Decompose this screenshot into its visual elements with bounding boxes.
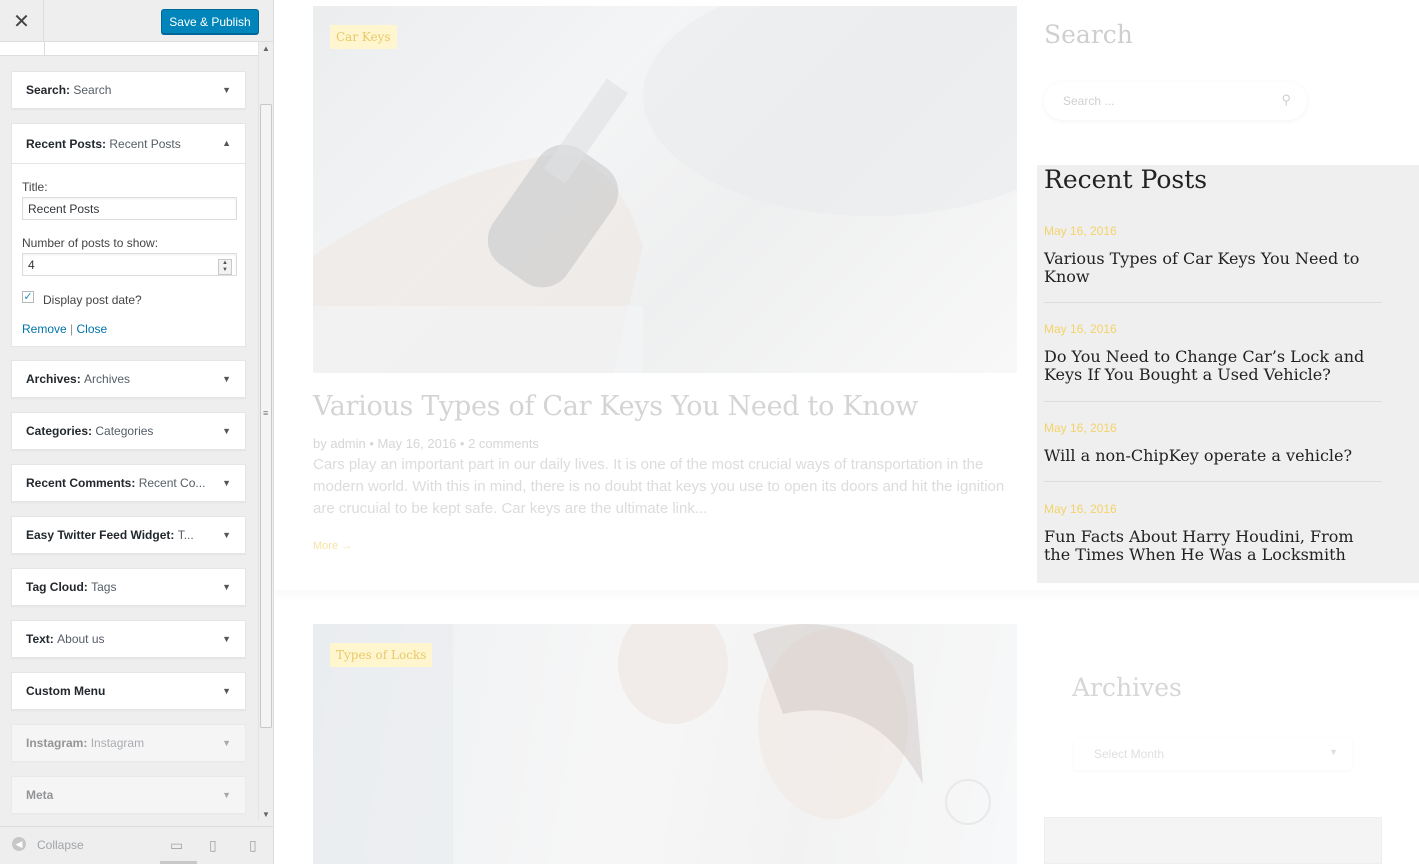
widget-title: Custom Menu	[26, 684, 106, 698]
recent-post-link[interactable]: Various Types of Car Keys You Need to Kn…	[1044, 250, 1382, 286]
expand-arrow-icon[interactable]: ▼	[222, 374, 231, 384]
post-date: May 16, 2016	[1044, 502, 1117, 516]
post-date: May 16, 2016	[1044, 322, 1117, 336]
recent-posts-widget: Recent Posts May 16, 2016 Various Types …	[1037, 165, 1419, 583]
post-featured-image[interactable]: Car Keys	[313, 6, 1017, 373]
archives-widget-title: Archives	[1072, 673, 1182, 702]
display-date-label: Display post date?	[43, 293, 142, 307]
archives-select[interactable]: Select Month ▼	[1074, 738, 1352, 770]
post-category-tag[interactable]: Car Keys	[330, 25, 397, 49]
title-input[interactable]	[22, 197, 237, 220]
widget-title: Search: Search	[26, 83, 112, 97]
scroll-up-icon[interactable]: ▲	[262, 44, 270, 53]
close-link[interactable]: Close	[77, 322, 108, 336]
sidebar-image	[1044, 817, 1382, 864]
expand-arrow-icon[interactable]: ▼	[222, 686, 231, 696]
widget-recent-posts-header[interactable]: Recent Posts: Recent Posts ▲	[12, 124, 245, 164]
mobile-icon[interactable]: ▯	[249, 837, 257, 854]
close-icon[interactable]: ✕	[0, 0, 44, 42]
title-label: Title:	[22, 180, 48, 194]
widget-categories[interactable]: Categories: Categories ▼	[11, 412, 246, 450]
previous-section-stub	[0, 42, 258, 56]
tablet-icon[interactable]: ▯	[209, 837, 217, 854]
widget-search[interactable]: Search: Search ▼	[11, 71, 246, 109]
search-widget-title: Search	[1044, 20, 1133, 49]
collapse-arrow-icon[interactable]: ◀	[12, 837, 26, 851]
widget-title: Recent Comments: Recent Co...	[26, 476, 206, 490]
customizer-header: ✕ Save & Publish	[0, 0, 273, 42]
list-item: May 16, 2016 Do You Need to Change Car’s…	[1044, 322, 1382, 384]
expand-arrow-icon[interactable]: ▼	[222, 634, 231, 644]
expand-arrow-icon[interactable]: ▼	[222, 582, 231, 592]
desktop-icon[interactable]: ▭	[170, 837, 183, 854]
widget-title: Meta	[26, 788, 54, 802]
post-count-input[interactable]	[22, 253, 237, 276]
expand-arrow-icon[interactable]: ▼	[222, 530, 231, 540]
widget-title: Instagram: Instagram	[26, 736, 145, 750]
widget-instagram[interactable]: Instagram: Instagram ▼	[11, 724, 246, 762]
display-date-checkbox[interactable]: ✓	[22, 291, 34, 303]
list-item: May 16, 2016 Various Types of Car Keys Y…	[1044, 224, 1382, 286]
widget-title: Categories: Categories	[26, 424, 154, 438]
widget-actions: Remove | Close	[22, 322, 107, 336]
expand-arrow-icon[interactable]: ▼	[222, 738, 231, 748]
post-divider	[274, 590, 1419, 602]
search-icon[interactable]: ⚲	[1281, 92, 1291, 108]
actions-separator: |	[70, 322, 74, 336]
widget-custom-menu[interactable]: Custom Menu ▼	[11, 672, 246, 710]
recent-posts-title: Recent Posts	[1044, 165, 1208, 194]
recent-post-link[interactable]: Fun Facts About Harry Houdini, From the …	[1044, 528, 1382, 564]
scroll-grip-icon: ≡	[263, 408, 269, 418]
number-spinner-icon[interactable]: ▲ ▼	[218, 259, 232, 275]
customizer-footer: ◀ Collapse ▭ ▯ ▯	[0, 826, 273, 864]
post-date: May 16, 2016	[1044, 421, 1117, 435]
post-category-tag[interactable]: Types of Locks	[330, 643, 433, 667]
divider	[1044, 401, 1382, 402]
customizer-sidebar: ✕ Save & Publish ▲ ≡ ▼ Search: Search ▼ …	[0, 0, 274, 864]
archives-select-value: Select Month	[1094, 747, 1165, 761]
read-more-link[interactable]: More →	[313, 540, 352, 552]
post-title[interactable]: Various Types of Car Keys You Need to Kn…	[313, 391, 918, 422]
search-placeholder: Search ...	[1063, 94, 1115, 108]
expand-arrow-icon[interactable]: ▼	[222, 790, 231, 800]
save-publish-button[interactable]: Save & Publish	[161, 9, 259, 34]
list-item: May 16, 2016 Fun Facts About Harry Houdi…	[1044, 502, 1382, 564]
post-featured-image-2[interactable]: Types of Locks	[313, 624, 1017, 864]
search-input[interactable]: Search ... ⚲	[1044, 82, 1307, 120]
list-item: May 16, 2016 Will a non-ChipKey operate …	[1044, 421, 1382, 465]
widget-tag-cloud[interactable]: Tag Cloud: Tags ▼	[11, 568, 246, 606]
recent-post-link[interactable]: Will a non-ChipKey operate a vehicle?	[1044, 447, 1382, 465]
expand-arrow-icon[interactable]: ▼	[222, 426, 231, 436]
collapse-arrow-icon[interactable]: ▲	[222, 138, 231, 148]
widget-title: Easy Twitter Feed Widget: T...	[26, 528, 194, 542]
widget-recent-comments[interactable]: Recent Comments: Recent Co... ▼	[11, 464, 246, 502]
image-overlay	[313, 6, 1017, 373]
post-count-label: Number of posts to show:	[22, 236, 159, 250]
divider	[1044, 481, 1382, 482]
expand-arrow-icon[interactable]: ▼	[222, 85, 231, 95]
post-excerpt: Cars play an important part in our daily…	[313, 456, 1005, 517]
recent-post-link[interactable]: Do You Need to Change Car’s Lock and Key…	[1044, 348, 1382, 384]
widget-title: Tag Cloud: Tags	[26, 580, 117, 594]
remove-link[interactable]: Remove	[22, 322, 67, 336]
divider	[1044, 302, 1382, 303]
widget-twitter-feed[interactable]: Easy Twitter Feed Widget: T... ▼	[11, 516, 246, 554]
widget-title: Archives: Archives	[26, 372, 131, 386]
widget-title: Recent Posts: Recent Posts	[26, 137, 181, 151]
post-meta: by admin • May 16, 2016 • 2 comments	[313, 436, 539, 451]
chevron-down-icon: ▼	[1329, 747, 1338, 757]
scroll-down-icon[interactable]: ▼	[262, 810, 270, 819]
site-preview: Car Keys Various Types of Car Keys You N…	[274, 0, 1419, 864]
widget-recent-posts: Recent Posts: Recent Posts ▲ Title: Numb…	[11, 123, 246, 347]
widget-text[interactable]: Text: About us ▼	[11, 620, 246, 658]
widget-title: Text: About us	[26, 632, 105, 646]
widget-archives[interactable]: Archives: Archives ▼	[11, 360, 246, 398]
post-date: May 16, 2016	[1044, 224, 1117, 238]
widget-meta[interactable]: Meta ▼	[11, 776, 246, 814]
expand-arrow-icon[interactable]: ▼	[222, 478, 231, 488]
collapse-button[interactable]: Collapse	[37, 838, 84, 852]
